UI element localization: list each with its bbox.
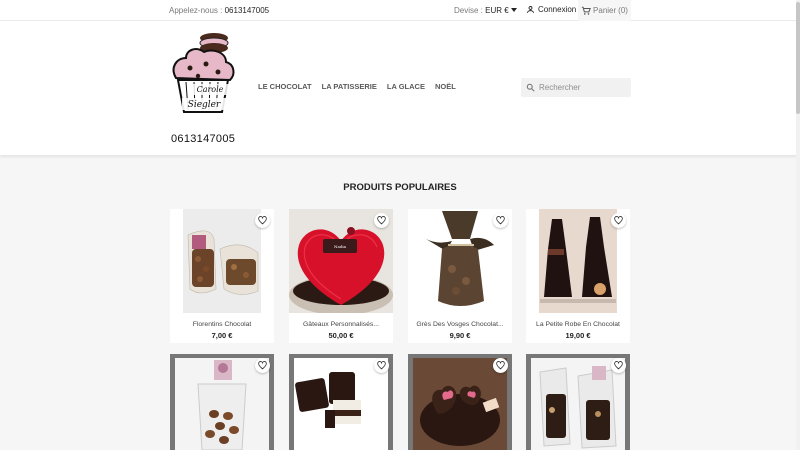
wishlist-button[interactable]	[493, 213, 508, 228]
heart-icon	[377, 216, 386, 225]
currency-label: Devise :	[454, 6, 483, 15]
product-name[interactable]: Florentins Chocolat	[170, 321, 274, 328]
wishlist-button[interactable]	[255, 213, 270, 228]
cart-button[interactable]: Panier (0)	[578, 0, 631, 21]
cart-icon	[581, 6, 591, 15]
svg-text:Nadia: Nadia	[334, 244, 347, 249]
contact-info: Appelez-nous : 0613147005	[169, 6, 269, 15]
heart-icon	[496, 216, 505, 225]
user-icon	[527, 6, 534, 13]
product-card[interactable]: Grès Des Vosges Chocolat... 9,90 €	[408, 209, 512, 343]
call-label: Appelez-nous :	[169, 6, 223, 15]
product-card[interactable]	[526, 354, 630, 450]
product-card[interactable]: Florentins Chocolat 7,00 €	[170, 209, 274, 343]
cart-label: Panier	[593, 6, 617, 15]
main-nav: LE CHOCOLAT LA PATISSERIE LA GLACE NOËL	[258, 82, 456, 91]
heart-icon	[614, 361, 623, 370]
site-header: Carole Siegler 0613147005 LE CHOCOLAT LA…	[0, 21, 800, 155]
nav-item-noel[interactable]: NOËL	[435, 82, 456, 91]
product-card[interactable]	[170, 354, 274, 450]
search-box	[521, 78, 631, 97]
site-logo[interactable]: Carole Siegler	[168, 28, 238, 122]
nav-item-chocolat[interactable]: LE CHOCOLAT	[258, 82, 312, 91]
nav-item-patisserie[interactable]: LA PATISSERIE	[322, 82, 377, 91]
search-input[interactable]	[539, 83, 627, 92]
product-price: 7,00 €	[211, 331, 233, 340]
call-number[interactable]: 0613147005	[225, 6, 270, 15]
heart-icon	[258, 216, 267, 225]
product-card[interactable]	[408, 354, 512, 450]
product-name[interactable]: Gâteaux Personnalisés...	[289, 321, 393, 328]
currency-selector[interactable]: Devise : EUR €	[454, 6, 517, 15]
product-name[interactable]: La Petite Robe En Chocolat	[526, 321, 630, 328]
product-card[interactable]	[289, 354, 393, 450]
search-icon[interactable]	[526, 83, 535, 92]
currency-value[interactable]: EUR €	[485, 6, 509, 15]
wishlist-button[interactable]	[374, 213, 389, 228]
login-link[interactable]: Connexion	[526, 5, 576, 14]
cart-count: (0)	[618, 6, 628, 15]
heart-icon	[614, 216, 623, 225]
product-price: 50,00 €	[328, 331, 354, 340]
product-name[interactable]: Grès Des Vosges Chocolat...	[408, 321, 512, 328]
product-card[interactable]: Nadia Gâteaux Personnalisés... 50,00 €	[289, 209, 393, 343]
wishlist-button[interactable]	[611, 213, 626, 228]
wishlist-button[interactable]	[374, 358, 389, 373]
logo-text-siegler: Siegler	[188, 100, 221, 110]
cupcake-logo: Carole Siegler	[172, 33, 235, 113]
logo-text-carole: Carole	[197, 85, 224, 94]
wishlist-button[interactable]	[611, 358, 626, 373]
heart-icon	[377, 361, 386, 370]
heart-icon	[258, 361, 267, 370]
page-scrollbar[interactable]	[796, 0, 800, 450]
top-bar: Appelez-nous : 0613147005 Devise : EUR €…	[0, 0, 800, 21]
product-price: 19,00 €	[565, 331, 591, 340]
product-card[interactable]: La Petite Robe En Chocolat 19,00 €	[526, 209, 630, 343]
product-price: 9,90 €	[449, 331, 471, 340]
heart-icon	[496, 361, 505, 370]
login-label: Connexion	[538, 5, 577, 14]
wishlist-button[interactable]	[493, 358, 508, 373]
scrollbar-thumb[interactable]	[796, 2, 800, 114]
caret-down-icon[interactable]	[510, 8, 517, 12]
section-title: PRODUITS POPULAIRES	[343, 182, 457, 193]
wishlist-button[interactable]	[255, 358, 270, 373]
nav-item-glace[interactable]: LA GLACE	[387, 82, 425, 91]
header-phone: 0613147005	[171, 133, 236, 145]
